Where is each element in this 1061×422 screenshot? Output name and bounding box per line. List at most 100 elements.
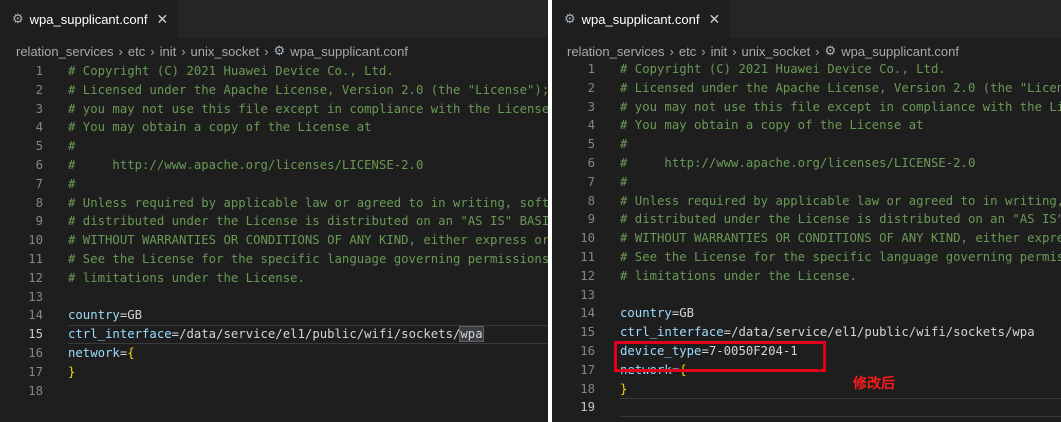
line-text: # Copyright (C) 2021 Huawei Device Co., … (68, 64, 394, 78)
line-text: ctrl_interface=/data/service/el1/public/… (620, 325, 1035, 340)
chevron-right-icon: › (118, 43, 123, 59)
line-text: country=GB (68, 308, 143, 323)
line-text: # WITHOUT WARRANTIES OR CONDITIONS OF AN… (620, 231, 1061, 246)
breadcrumb-item[interactable]: relation_services (16, 44, 114, 59)
line-text: ctrl_interface=/data/service/el1/public/… (68, 326, 484, 343)
tab-label: wpa_supplicant.conf (29, 11, 148, 27)
line-text: # Copyright (C) 2021 Huawei Device Co., … (620, 62, 946, 76)
code-line[interactable]: 11 # See the License for the specific lan… (0, 250, 548, 269)
breadcrumb-item[interactable]: unix_socket (191, 44, 260, 59)
line-number: 1 (35, 64, 43, 78)
code-line[interactable]: 1 # Copyright (C) 2021 Huawei Device Co.,… (0, 62, 548, 81)
code-line[interactable]: 15 ctrl_interface=/data/service/el1/publi… (552, 323, 1061, 342)
line-number: 14 (580, 306, 595, 321)
line-number: 18 (580, 381, 595, 396)
line-number: 7 (35, 176, 43, 191)
line-number: 7 (587, 174, 595, 189)
code-editor[interactable]: 1 # Copyright (C) 2021 Huawei Device Co.,… (0, 62, 548, 400)
line-text: # Licensed under the Apache License, Ver… (620, 80, 1061, 95)
code-line[interactable]: 13 (552, 286, 1061, 305)
code-line[interactable]: 19 (552, 398, 1061, 418)
breadcrumb-item[interactable]: unix_socket (742, 44, 811, 59)
code-line[interactable]: 15 ctrl_interface=/data/service/el1/publi… (0, 325, 548, 344)
line-text: # distributed under the License is distr… (68, 214, 548, 229)
code-line[interactable]: 18} (552, 380, 1061, 399)
tab-wpa-supplicant-left[interactable]: ⚙ wpa_supplicant.conf ✕ (0, 0, 179, 38)
chevron-right-icon: › (669, 43, 674, 59)
line-text: # limitations under the License. (68, 270, 305, 285)
close-icon[interactable]: ✕ (156, 11, 168, 28)
code-line[interactable]: 3 # you may not use this file except in c… (552, 98, 1061, 117)
line-number: 13 (580, 287, 595, 302)
breadcrumb: relation_services › etc › init › unix_so… (567, 40, 959, 62)
line-text: } (620, 381, 628, 396)
tab-bar: ⚙ wpa_supplicant.conf ✕ (552, 0, 1061, 38)
line-number: 8 (35, 195, 43, 210)
line-number: 11 (28, 251, 43, 266)
line-number: 10 (28, 233, 43, 248)
gear-icon: ⚙ (564, 11, 576, 26)
code-line[interactable]: 14 country=GB (552, 304, 1061, 323)
gear-icon: ⚙ (273, 43, 286, 58)
chevron-right-icon: › (701, 43, 706, 59)
gear-icon: ⚙ (12, 11, 24, 26)
line-number: 5 (587, 137, 595, 152)
line-number: 15 (580, 325, 595, 340)
code-line[interactable]: 8 # Unless required by applicable law or … (552, 192, 1061, 211)
code-line[interactable]: 1 # Copyright (C) 2021 Huawei Device Co.,… (552, 60, 1061, 79)
code-line[interactable]: 18 (0, 382, 548, 401)
line-text: # http://www.apache.org/licenses/LICENSE… (620, 155, 976, 170)
code-line[interactable]: 7 # (552, 173, 1061, 192)
code-line[interactable]: 7 # (0, 175, 548, 194)
code-line[interactable]: 5 # (0, 137, 548, 156)
current-line-highlight (620, 398, 1061, 418)
code-line[interactable]: 2 # Licensed under the Apache License, Ve… (0, 81, 548, 100)
code-line[interactable]: 17} (0, 363, 548, 382)
line-text: # (620, 174, 628, 189)
code-line[interactable]: 5 # (552, 135, 1061, 154)
code-line[interactable]: 12 # limitations under the License. (0, 269, 548, 288)
line-text: country=GB (620, 306, 695, 321)
line-text: # You may obtain a copy of the License a… (620, 118, 924, 133)
line-number: 12 (28, 270, 43, 285)
line-number: 8 (587, 193, 595, 208)
line-text: network={ (68, 345, 135, 360)
tab-wpa-supplicant-right[interactable]: ⚙ wpa_supplicant.conf ✕ (552, 0, 731, 38)
code-line[interactable]: 8 # Unless required by applicable law or … (0, 194, 548, 213)
code-line[interactable]: 2 # Licensed under the Apache License, Ve… (552, 79, 1061, 98)
line-number: 4 (35, 120, 43, 135)
line-text: # (620, 137, 628, 152)
code-line[interactable]: 6 # http://www.apache.org/licenses/LICENS… (0, 156, 548, 175)
line-number: 14 (28, 308, 43, 323)
line-text: # you may not use this file except in co… (68, 101, 548, 116)
code-line[interactable]: 14 country=GB (0, 306, 548, 325)
code-line[interactable]: 10 # WITHOUT WARRANTIES OR CONDITIONS OF … (0, 231, 548, 250)
code-line[interactable]: 11 # See the License for the specific lan… (552, 248, 1061, 267)
code-line[interactable]: 16 network={ (0, 344, 548, 363)
tab-label: wpa_supplicant.conf (581, 11, 700, 27)
line-number: 9 (587, 212, 595, 227)
code-line[interactable]: 13 (0, 288, 548, 307)
code-line[interactable]: 10 # WITHOUT WARRANTIES OR CONDITIONS OF … (552, 229, 1061, 248)
code-line[interactable]: 4 # You may obtain a copy of the License … (552, 116, 1061, 135)
breadcrumb-item[interactable]: wpa_supplicant.conf (290, 44, 408, 59)
editor-pane-left: ⚙ wpa_supplicant.conf ✕ relation_service… (0, 0, 548, 422)
line-number: 16 (28, 345, 43, 360)
code-line[interactable]: 9 # distributed under the License is dist… (552, 210, 1061, 229)
code-line[interactable]: 3 # you may not use this file except in c… (0, 100, 548, 119)
code-line[interactable]: 12 # limitations under the License. (552, 267, 1061, 286)
breadcrumb: relation_services › etc › init › unix_so… (16, 40, 408, 62)
line-number: 10 (580, 231, 595, 246)
breadcrumb-item[interactable]: init (160, 44, 177, 59)
breadcrumb-item[interactable]: init (711, 44, 728, 59)
breadcrumb-item[interactable]: relation_services (567, 44, 665, 59)
code-line[interactable]: 9 # distributed under the License is dist… (0, 212, 548, 231)
breadcrumb-item[interactable]: wpa_supplicant.conf (841, 44, 959, 59)
code-line[interactable]: 6 # http://www.apache.org/licenses/LICENS… (552, 154, 1061, 173)
close-icon[interactable]: ✕ (708, 11, 720, 28)
breadcrumb-item[interactable]: etc (128, 44, 145, 59)
chevron-right-icon: › (264, 43, 269, 59)
code-line[interactable]: 4 # You may obtain a copy of the License … (0, 118, 548, 137)
line-number: 16 (580, 343, 595, 358)
breadcrumb-item[interactable]: etc (679, 44, 696, 59)
